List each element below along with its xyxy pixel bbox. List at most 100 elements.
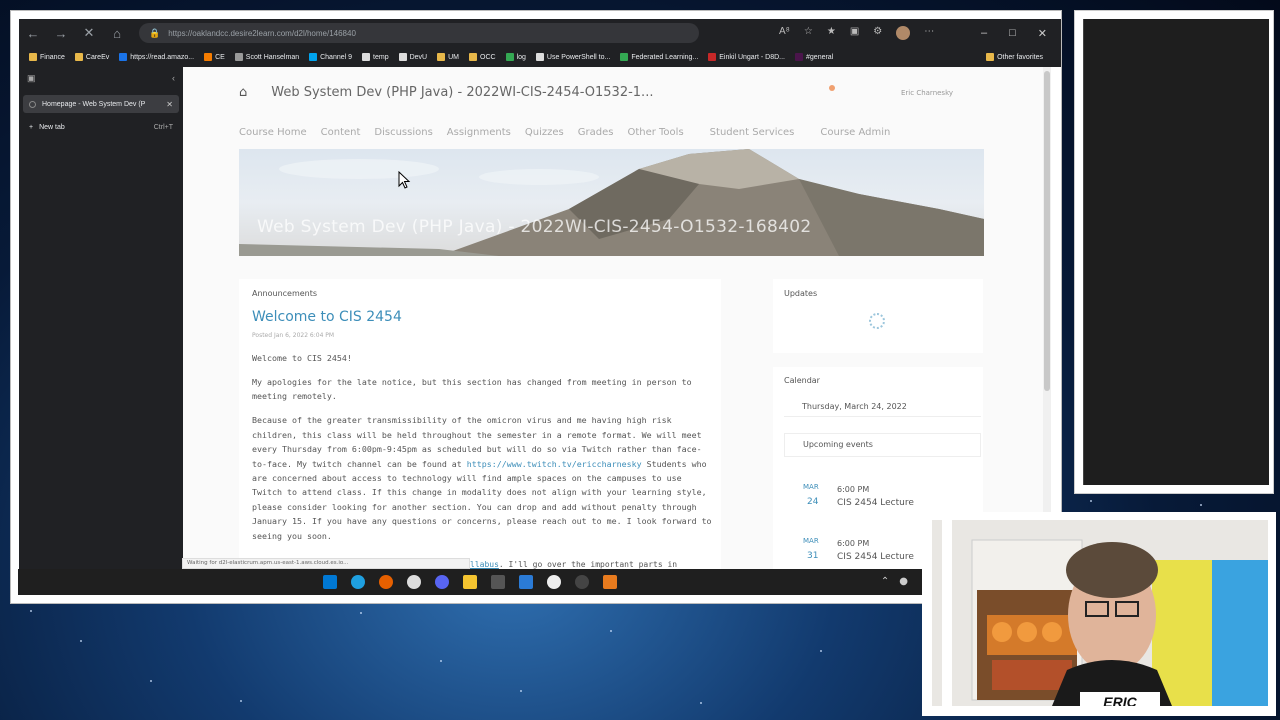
favorite-item[interactable]: Finance bbox=[29, 53, 65, 61]
address-bar[interactable]: 🔒 https://oaklandcc.desire2learn.com/d2l… bbox=[139, 23, 699, 43]
collapse-sidebar-icon[interactable]: ‹ bbox=[172, 73, 175, 83]
app-icon[interactable] bbox=[603, 575, 617, 589]
event-month: MAR bbox=[803, 483, 819, 491]
favorite-item[interactable]: temp bbox=[362, 53, 389, 61]
terminal-icon[interactable] bbox=[491, 575, 505, 589]
page-icon bbox=[535, 53, 544, 61]
calendar-label: Calendar bbox=[784, 376, 820, 385]
updates-widget: Updates bbox=[773, 279, 983, 353]
banner-title: Web System Dev (PHP Java) - 2022WI-CIS-2… bbox=[257, 217, 812, 237]
more-icon[interactable]: ⋯ bbox=[924, 26, 934, 40]
favorite-item[interactable]: DevU bbox=[398, 53, 427, 61]
folder-icon bbox=[986, 53, 995, 61]
favorite-item[interactable]: log bbox=[505, 53, 526, 61]
site-icon bbox=[119, 53, 128, 61]
user-name[interactable]: Eric Charnesky bbox=[901, 89, 953, 97]
calendar-date[interactable]: Thursday, March 24, 2022 bbox=[784, 397, 981, 417]
nav-content[interactable]: Content bbox=[321, 127, 361, 138]
new-tab-button[interactable]: + New tab Ctrl+T bbox=[23, 119, 179, 135]
tab-homepage[interactable]: Homepage - Web System Dev (P ✕ bbox=[23, 95, 179, 113]
favorite-item[interactable]: https://read.amazo... bbox=[119, 53, 194, 61]
maximize-icon[interactable]: □ bbox=[1009, 27, 1016, 40]
microphone-icon[interactable]: ● bbox=[899, 576, 908, 587]
course-banner: Web System Dev (PHP Java) - 2022WI-CIS-2… bbox=[239, 149, 984, 256]
new-tab-shortcut: Ctrl+T bbox=[153, 123, 173, 131]
dark-panel bbox=[1083, 19, 1269, 485]
updates-label: Updates bbox=[784, 289, 818, 298]
upcoming-events-header: Upcoming events bbox=[784, 433, 981, 457]
course-navbar: Course Home Content Discussions Assignme… bbox=[239, 127, 890, 138]
page-content: ⌂ Web System Dev (PHP Java) - 2022WI-CIS… bbox=[183, 67, 1051, 577]
nav-discussions[interactable]: Discussions bbox=[374, 127, 432, 138]
favorites-icon[interactable]: ★ bbox=[827, 26, 836, 40]
slack-icon bbox=[795, 53, 804, 61]
home-icon[interactable]: ⌂ bbox=[103, 26, 131, 41]
webcam-image bbox=[932, 520, 1268, 706]
nav-student-services[interactable]: Student Services bbox=[710, 127, 795, 138]
favorite-item[interactable]: UM bbox=[437, 53, 459, 61]
nav-course-admin[interactable]: Course Admin bbox=[820, 127, 890, 138]
favorite-item[interactable]: Einkil Ungart - D8D... bbox=[708, 53, 785, 61]
favorite-item[interactable]: Use PowerShell to... bbox=[535, 53, 610, 61]
favorite-item[interactable]: Scott Hanselman bbox=[234, 53, 299, 61]
announcement-paragraph: Welcome to CIS 2454! bbox=[252, 353, 352, 363]
course-home-icon[interactable]: ⌂ bbox=[239, 85, 247, 100]
windows-start-icon[interactable] bbox=[323, 575, 337, 589]
nav-other-tools[interactable]: Other Tools bbox=[627, 127, 683, 138]
read-aloud-icon[interactable]: A⁸ bbox=[779, 26, 790, 40]
favorites-bar: Finance CareEv https://read.amazo... CE … bbox=[19, 47, 1061, 67]
site-icon bbox=[708, 53, 717, 61]
obs-icon[interactable] bbox=[575, 575, 589, 589]
edge-icon[interactable] bbox=[351, 575, 365, 589]
other-favorites[interactable]: Other favorites bbox=[986, 53, 1061, 61]
vscode-icon[interactable] bbox=[519, 575, 533, 589]
announcements-widget: Announcements Welcome to CIS 2454 Posted… bbox=[239, 279, 721, 577]
favorite-item[interactable]: Federated Learning... bbox=[620, 53, 698, 61]
announcement-body: Welcome to CIS 2454! My apologies for th… bbox=[252, 351, 714, 553]
new-tab-label: New tab bbox=[39, 123, 65, 131]
event-name: CIS 2454 Lecture bbox=[837, 498, 914, 508]
notification-dot[interactable] bbox=[829, 85, 835, 91]
extensions-icon[interactable]: ⚙ bbox=[873, 26, 882, 40]
stop-loading-icon[interactable]: ✕ bbox=[75, 25, 103, 41]
announcement-title[interactable]: Welcome to CIS 2454 bbox=[252, 309, 402, 325]
file-explorer-icon[interactable] bbox=[463, 575, 477, 589]
page-icon bbox=[362, 53, 371, 61]
favorite-item[interactable]: #general bbox=[795, 53, 833, 61]
favorite-item[interactable]: CareEv bbox=[74, 53, 109, 61]
folder-icon bbox=[74, 53, 83, 61]
discord-icon[interactable] bbox=[435, 575, 449, 589]
lock-icon: 🔒 bbox=[149, 27, 161, 38]
course-title[interactable]: Web System Dev (PHP Java) - 2022WI-CIS-2… bbox=[271, 85, 653, 100]
chevron-up-icon[interactable]: ⌃ bbox=[881, 576, 889, 587]
favorite-item[interactable]: Channel 9 bbox=[309, 53, 352, 61]
nav-assignments[interactable]: Assignments bbox=[447, 127, 511, 138]
close-tab-icon[interactable]: ✕ bbox=[166, 100, 173, 109]
close-window-icon[interactable]: ✕ bbox=[1038, 27, 1047, 40]
nav-grades[interactable]: Grades bbox=[578, 127, 614, 138]
nav-course-home[interactable]: Course Home bbox=[239, 127, 307, 138]
favorite-item[interactable]: OCC bbox=[469, 53, 496, 61]
page-scrollbar[interactable] bbox=[1043, 67, 1051, 577]
media-player-icon[interactable] bbox=[547, 575, 561, 589]
firefox-icon[interactable] bbox=[379, 575, 393, 589]
nav-quizzes[interactable]: Quizzes bbox=[525, 127, 564, 138]
back-icon[interactable]: ← bbox=[19, 26, 47, 41]
page-icon bbox=[398, 53, 407, 61]
tab-actions-icon[interactable]: ▣ bbox=[27, 73, 36, 84]
favorite-star-icon[interactable]: ☆ bbox=[804, 26, 813, 40]
chrome-icon[interactable] bbox=[407, 575, 421, 589]
favorite-item[interactable]: CE bbox=[204, 53, 225, 61]
tab-label: Homepage - Web System Dev (P bbox=[42, 100, 146, 108]
mouse-cursor-icon bbox=[398, 171, 411, 189]
scrollbar-thumb[interactable] bbox=[1044, 71, 1050, 391]
profile-avatar[interactable] bbox=[896, 26, 911, 40]
syllabus-link[interactable]: llabus bbox=[470, 560, 499, 569]
collections-icon[interactable]: ▣ bbox=[850, 26, 859, 40]
twitch-link[interactable]: https://www.twitch.tv/ericcharnesky bbox=[467, 459, 642, 469]
system-tray: ⌃ ● bbox=[881, 576, 908, 587]
webcam-frame: ERIC bbox=[932, 520, 1268, 706]
event-day: 24 bbox=[807, 497, 819, 507]
minimize-icon[interactable]: – bbox=[981, 27, 987, 40]
forward-icon[interactable]: → bbox=[47, 26, 75, 41]
